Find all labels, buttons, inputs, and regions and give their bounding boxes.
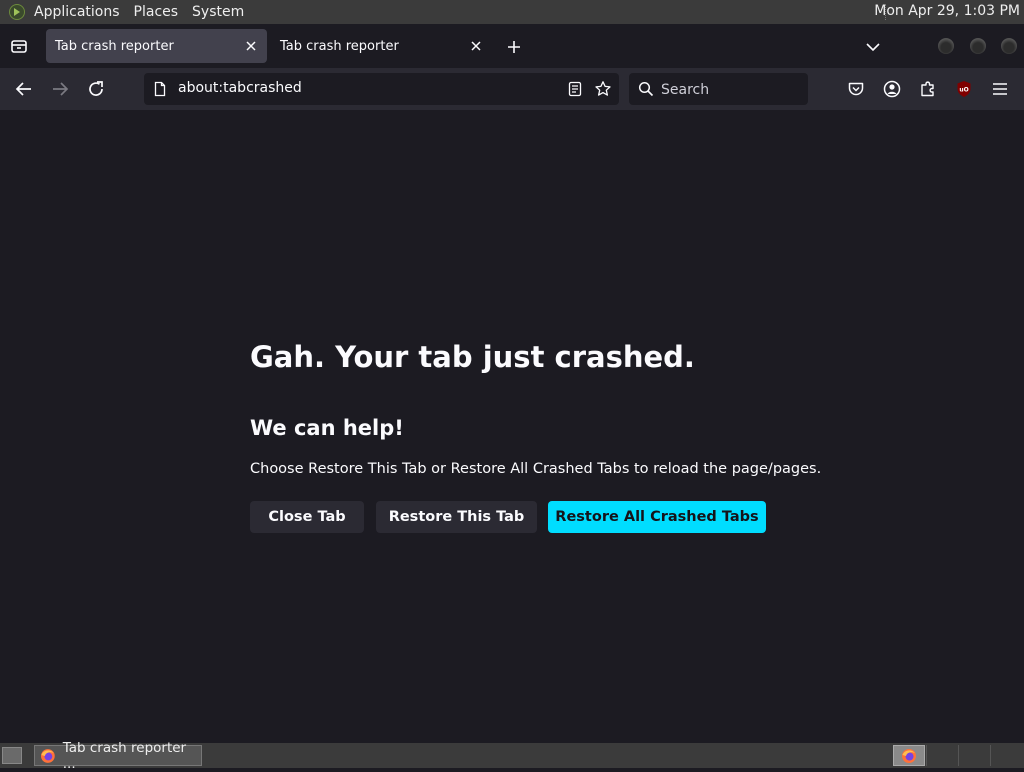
menu-system[interactable]: System [192,4,244,20]
restore-all-crashed-tabs-button[interactable]: Restore All Crashed Tabs [548,501,766,533]
forward-arrow-icon[interactable] [50,79,70,99]
close-window-button[interactable] [1001,38,1017,54]
reader-view-icon[interactable] [567,81,583,97]
url-text[interactable]: about:tabcrashed [178,80,302,96]
clock[interactable]: Mon Apr 29, 1:03 PM [874,3,1020,19]
navigation-toolbar: about:tabcrashed uO [0,68,1024,110]
close-tab-icon[interactable] [469,39,483,53]
bookmark-star-icon[interactable] [594,80,612,98]
minimize-window-button[interactable] [938,38,954,54]
list-all-tabs-chevron-icon[interactable] [865,40,881,54]
extensions-puzzle-icon[interactable] [918,79,938,99]
svg-text:uO: uO [959,87,968,94]
tab-title: Tab crash reporter [55,38,174,54]
crash-title: Gah. Your tab just crashed. [250,340,695,374]
menu-applications[interactable]: Applications [34,4,120,20]
help-heading: We can help! [250,416,404,440]
tab-strip: Tab crash reporter Tab crash reporter [0,24,1024,68]
tab-title: Tab crash reporter [280,38,399,54]
workspace-2[interactable] [926,745,958,766]
menu-places[interactable]: Places [134,4,179,20]
restore-this-tab-button[interactable]: Restore This Tab [376,501,537,533]
maximize-window-button[interactable] [970,38,986,54]
hamburger-menu-icon[interactable] [990,79,1010,99]
tab-inactive[interactable]: Tab crash reporter [271,29,492,63]
firefox-view-icon[interactable] [10,37,28,55]
close-tab-icon[interactable] [244,39,258,53]
ublock-origin-icon[interactable]: uO [954,79,974,99]
page-icon[interactable] [152,81,168,97]
help-text: Choose Restore This Tab or Restore All C… [250,461,822,477]
show-desktop-icon[interactable] [2,747,22,764]
search-icon [638,81,654,97]
tab-active[interactable]: Tab crash reporter [46,29,267,63]
firefox-icon [902,749,916,763]
new-tab-icon[interactable] [506,39,522,55]
url-bar[interactable]: about:tabcrashed [144,73,619,105]
taskbar: Tab crash reporter ... [0,740,1024,772]
taskbar-window-label: Tab crash reporter ... [62,739,187,772]
close-tab-button[interactable]: Close Tab [250,501,364,533]
search-input[interactable] [659,79,803,101]
pocket-icon[interactable] [846,79,866,99]
system-panel: Applications Places System Mon Apr 29, 1… [0,0,1024,24]
workspace-4[interactable] [990,745,1022,766]
account-icon[interactable] [882,79,902,99]
distro-logo-icon[interactable] [9,4,25,20]
search-bar[interactable] [629,73,808,105]
workspace-1[interactable] [893,745,925,766]
workspace-3[interactable] [958,745,990,766]
back-arrow-icon[interactable] [14,79,34,99]
taskbar-window-button[interactable]: Tab crash reporter ... [34,740,202,772]
firefox-icon [40,748,55,763]
reload-icon[interactable] [86,79,106,99]
page-content: Gah. Your tab just crashed. We can help!… [0,110,1024,743]
